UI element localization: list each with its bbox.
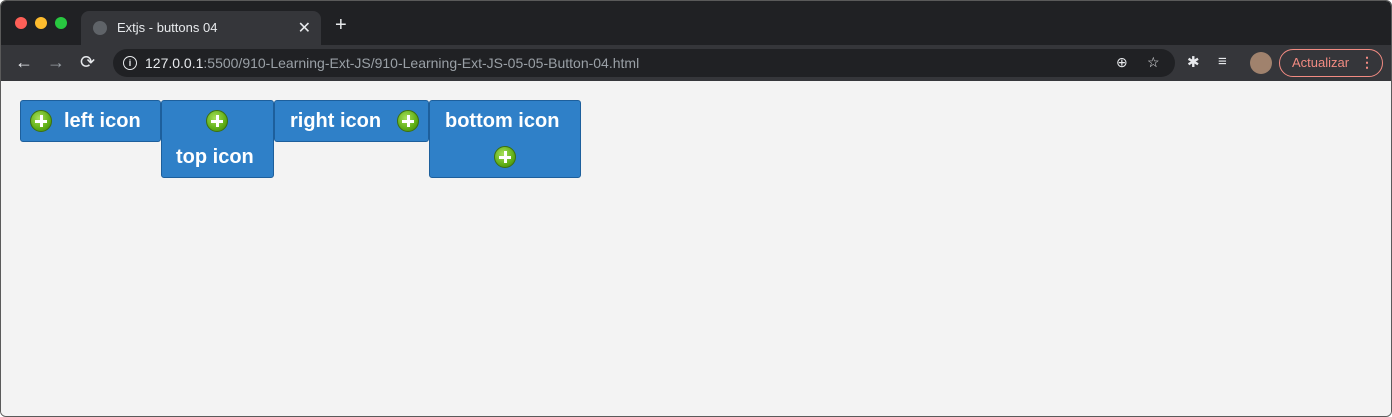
address-bar[interactable]: i 127.0.0.1:5500/910-Learning-Ext-JS/910…: [113, 49, 1175, 77]
profile-avatar[interactable]: [1250, 52, 1272, 74]
add-icon: [494, 146, 516, 168]
browser-toolbar: ← → ⟳ i 127.0.0.1:5500/910-Learning-Ext-…: [1, 45, 1391, 81]
left-icon-button[interactable]: left icon: [20, 100, 161, 142]
minimize-window-button[interactable]: [35, 17, 47, 29]
bottom-icon-label: bottom icon: [445, 110, 560, 132]
back-icon[interactable]: ←: [15, 52, 33, 72]
url-path: :5500/910-Learning-Ext-JS/910-Learning-E…: [203, 55, 640, 71]
browser-window: Extjs - buttons 04 ✕ + ← → ⟳ i 127.0.0.1…: [0, 0, 1392, 417]
update-label: Actualizar: [1292, 55, 1350, 70]
right-icon-button[interactable]: right icon: [274, 100, 429, 142]
forward-icon[interactable]: →: [47, 52, 65, 72]
new-tab-button[interactable]: +: [335, 15, 347, 35]
top-icon-button[interactable]: top icon: [161, 100, 274, 178]
update-button[interactable]: Actualizar ⋮: [1279, 49, 1383, 77]
url-host: 127.0.0.1: [145, 55, 204, 71]
page-content: left icon top icon right icon bottom ico…: [1, 81, 1391, 416]
top-icon-label: top icon: [176, 146, 254, 168]
maximize-window-button[interactable]: [55, 17, 67, 29]
add-icon: [30, 110, 52, 132]
media-control-icon[interactable]: ≡: [1218, 53, 1227, 70]
tab-title: Extjs - buttons 04: [117, 20, 218, 35]
right-icon-label: right icon: [290, 110, 382, 132]
add-icon: [397, 110, 419, 132]
bottom-icon-button[interactable]: bottom icon: [429, 100, 581, 178]
left-icon-label: left icon: [64, 110, 141, 132]
add-icon: [206, 110, 228, 132]
bookmark-star-icon[interactable]: ☆: [1147, 54, 1160, 71]
globe-icon: [93, 21, 107, 35]
tab-close-icon[interactable]: ✕: [298, 18, 311, 38]
browser-tab[interactable]: Extjs - buttons 04 ✕: [81, 11, 321, 45]
zoom-icon[interactable]: ⊕: [1116, 54, 1128, 71]
reload-icon[interactable]: ⟳: [80, 52, 95, 72]
info-icon[interactable]: i: [123, 56, 137, 70]
extensions-icon[interactable]: ✱: [1187, 53, 1200, 71]
menu-icon[interactable]: ⋮: [1360, 54, 1374, 71]
url-text[interactable]: 127.0.0.1:5500/910-Learning-Ext-JS/910-L…: [145, 55, 639, 71]
title-bar: Extjs - buttons 04 ✕ +: [1, 1, 1391, 45]
close-window-button[interactable]: [15, 17, 27, 29]
